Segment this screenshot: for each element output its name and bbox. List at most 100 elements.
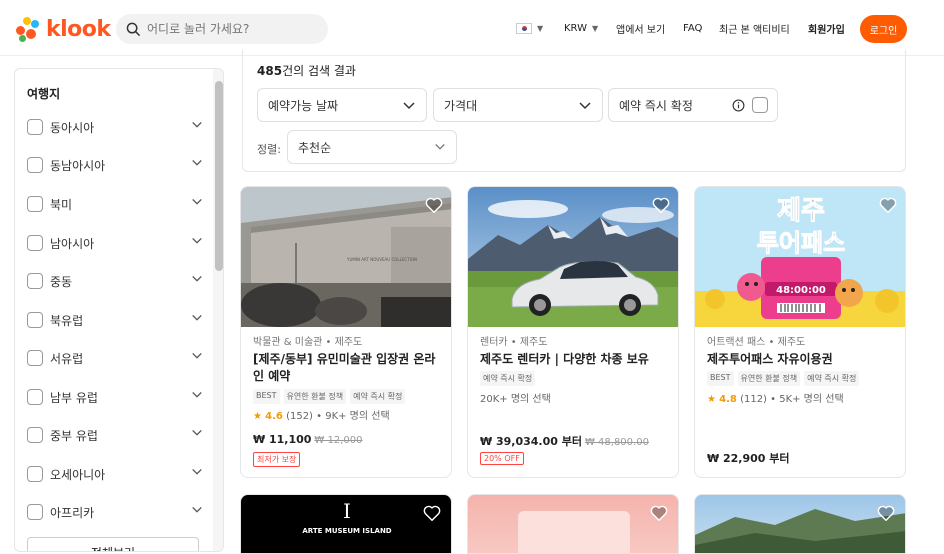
- currency-selector[interactable]: KRW ▼: [564, 18, 598, 38]
- rating-score: 4.6: [265, 411, 283, 422]
- logo-mark-icon: [14, 15, 42, 43]
- region-checkbox[interactable]: [27, 427, 43, 443]
- sort-select[interactable]: 추천순: [287, 130, 457, 164]
- show-all-button[interactable]: 전체보기: [27, 537, 199, 551]
- klook-logo[interactable]: klook: [14, 14, 111, 44]
- chevron-down-icon[interactable]: [191, 273, 203, 285]
- tag: BEST: [707, 371, 734, 386]
- destination-sidebar: 여행지 동아시아 동남아시아 북미 남아시아 중동 북유럽 서유럽 남부 유럽 중부 유럽 오세아…: [14, 68, 224, 552]
- heart-icon[interactable]: [879, 197, 897, 213]
- region-checkbox[interactable]: [27, 350, 43, 366]
- card-title[interactable]: 제주도 렌터카 | 다양한 차종 보유: [480, 351, 670, 368]
- heart-icon[interactable]: [425, 197, 443, 213]
- sidebar-scrollbar[interactable]: [213, 69, 223, 551]
- chevron-down-icon[interactable]: [191, 119, 203, 131]
- activity-card[interactable]: [467, 494, 679, 554]
- sidebar-item[interactable]: 중동: [27, 271, 203, 291]
- chevron-down-icon[interactable]: [191, 504, 203, 516]
- tour-pass-title-line1: 제주: [777, 196, 825, 226]
- region-checkbox[interactable]: [27, 389, 43, 405]
- arte-museum-title: ARTE MUSEUM ISLAND: [302, 527, 392, 535]
- sidebar-item-label: 중부 유럽: [50, 428, 98, 443]
- signup-link[interactable]: 회원가입: [808, 18, 845, 38]
- date-filter-label: 예약가능 날짜: [268, 98, 339, 113]
- login-button[interactable]: 로그인: [860, 15, 907, 43]
- sidebar-item[interactable]: 동아시아: [27, 117, 203, 137]
- tag: 예약 즉시 확정: [350, 389, 406, 404]
- search-input[interactable]: [147, 22, 317, 36]
- sidebar-item[interactable]: 오세아니아: [27, 464, 203, 484]
- sidebar-item[interactable]: 남아시아: [27, 233, 203, 253]
- activity-card[interactable]: 48:00:00 제주 투어패스 어트랙션 패스 • 제주도 제주투어패스 자유…: [694, 186, 906, 478]
- chevron-down-icon[interactable]: [191, 427, 203, 439]
- sidebar-item[interactable]: 북미: [27, 194, 203, 214]
- region-checkbox[interactable]: [27, 273, 43, 289]
- sidebar-item[interactable]: 동남아시아: [27, 155, 203, 175]
- original-price: ₩ 48,800.00: [584, 437, 649, 448]
- date-filter[interactable]: 예약가능 날짜: [257, 88, 427, 122]
- card-price: ₩ 22,900 부터: [707, 450, 789, 466]
- card-booked: 20K+ 명의 선택: [480, 394, 551, 405]
- chevron-down-icon[interactable]: [191, 196, 203, 208]
- chevron-down-icon[interactable]: [191, 350, 203, 362]
- card-category: 박물관 & 미술관 • 제주도: [253, 337, 363, 348]
- recent-activities-link[interactable]: 최근 본 액티비티: [719, 18, 790, 38]
- heart-icon[interactable]: [877, 505, 895, 521]
- card-title[interactable]: [제주/동부] 유민미술관 입장권 온라인 예약: [253, 351, 443, 385]
- price-filter[interactable]: 가격대: [433, 88, 603, 122]
- region-checkbox[interactable]: [27, 196, 43, 212]
- card-image: [695, 509, 905, 553]
- result-count-label: 건의 검색 결과: [282, 64, 356, 78]
- sidebar-item[interactable]: 남부 유럽: [27, 387, 203, 407]
- language-selector[interactable]: ▼: [516, 18, 543, 38]
- top-header: klook ▼ KRW ▼ 앱에서 보기 FAQ 최근 본 액티비티 회원가입 …: [0, 0, 944, 56]
- sidebar-item-label: 아프리카: [50, 505, 95, 520]
- region-checkbox[interactable]: [27, 504, 43, 520]
- sidebar-item[interactable]: 북유럽: [27, 310, 203, 330]
- rating-score: 4.8: [719, 394, 737, 405]
- tag: BEST: [253, 389, 280, 404]
- activity-card[interactable]: I ARTE MUSEUM ISLAND: [240, 494, 452, 554]
- activity-card[interactable]: 렌터카 • 제주도 제주도 렌터카 | 다양한 차종 보유 예약 즉시 확정 2…: [467, 186, 679, 478]
- heart-icon[interactable]: [650, 505, 668, 521]
- museum-image: YUMIN ART NOUVEAU COLLECTION: [241, 187, 451, 327]
- heart-icon[interactable]: [423, 505, 441, 521]
- heart-icon[interactable]: [652, 197, 670, 213]
- card-tags: BEST 유연한 환불 정책 예약 즉시 확정: [707, 371, 860, 386]
- card-tags: BEST 유연한 환불 정책 예약 즉시 확정: [253, 389, 406, 404]
- chevron-down-icon[interactable]: [191, 157, 203, 169]
- card-title[interactable]: 제주투어패스 자유이용권: [707, 351, 897, 368]
- sidebar-item-label: 북유럽: [50, 313, 84, 328]
- chevron-down-icon[interactable]: [191, 235, 203, 247]
- card-category: 렌터카 • 제주도: [480, 337, 548, 348]
- arte-logo-letter: I: [343, 499, 351, 523]
- activity-card[interactable]: YUMIN ART NOUVEAU COLLECTION 박물관 & 미술관 •…: [240, 186, 452, 478]
- sidebar-item-label: 오세아니아: [50, 467, 106, 482]
- region-checkbox[interactable]: [27, 157, 43, 173]
- card-image: [468, 187, 678, 327]
- sidebar-item[interactable]: 서유럽: [27, 348, 203, 368]
- region-checkbox[interactable]: [27, 119, 43, 135]
- sidebar-item[interactable]: 아프리카: [27, 502, 203, 522]
- activity-card[interactable]: [694, 494, 906, 554]
- chevron-down-icon[interactable]: [191, 389, 203, 401]
- chevron-down-icon[interactable]: [191, 312, 203, 324]
- region-checkbox[interactable]: [27, 466, 43, 482]
- search-bar[interactable]: [116, 14, 328, 44]
- instant-confirm-checkbox[interactable]: [752, 97, 768, 113]
- scrollbar-thumb[interactable]: [215, 81, 223, 271]
- current-price: ₩ 39,034.00 부터: [480, 435, 582, 448]
- tour-pass-timer: 48:00:00: [776, 285, 826, 296]
- instant-confirm-filter[interactable]: 예약 즉시 확정: [608, 88, 778, 122]
- chevron-down-icon[interactable]: [191, 466, 203, 478]
- faq-link[interactable]: FAQ: [683, 18, 702, 38]
- card-badge: 20% OFF: [480, 452, 524, 465]
- logo-text: klook: [46, 16, 111, 42]
- app-link[interactable]: 앱에서 보기: [616, 18, 665, 38]
- info-icon[interactable]: [732, 99, 745, 112]
- region-checkbox[interactable]: [27, 235, 43, 251]
- currency-label: KRW: [564, 22, 587, 34]
- region-checkbox[interactable]: [27, 312, 43, 328]
- korea-flag-icon: [516, 22, 532, 34]
- sidebar-item[interactable]: 중부 유럽: [27, 425, 203, 445]
